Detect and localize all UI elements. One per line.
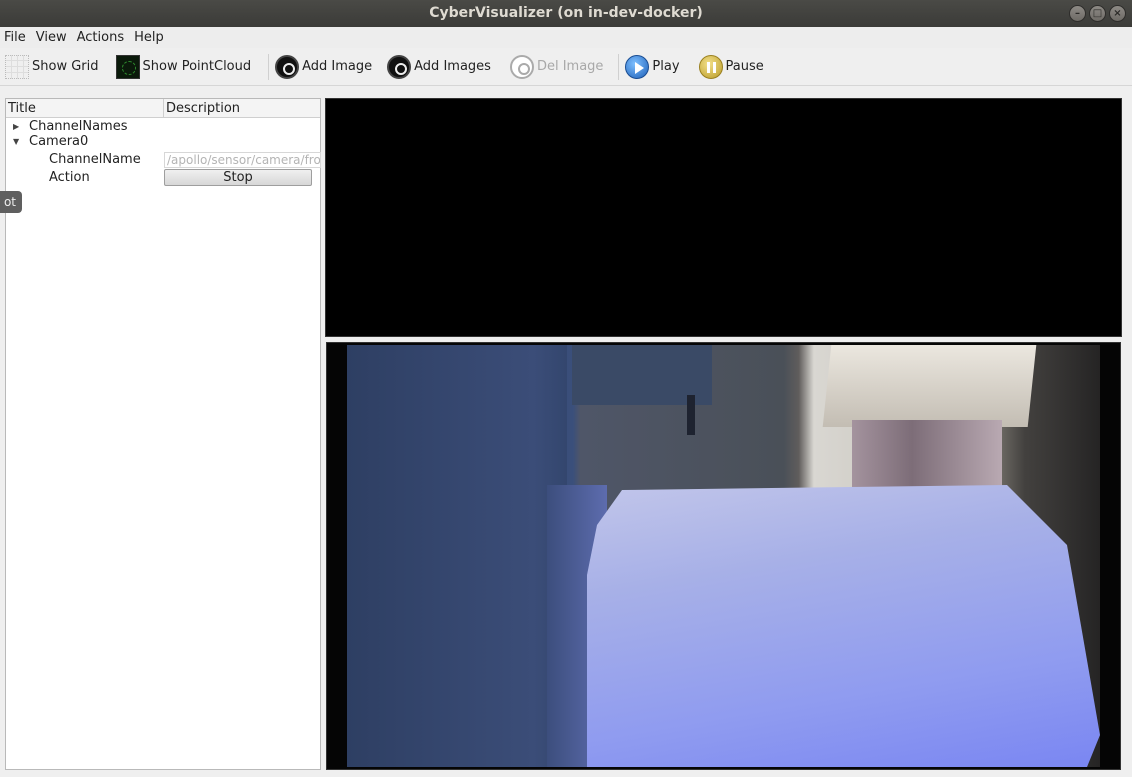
window-controls: – □ × [1069,5,1126,22]
add-images-label: Add Images [414,59,491,74]
tree-item-camera0[interactable]: ▼ Camera0 [6,133,320,150]
image-view-top[interactable] [325,98,1122,337]
play-button[interactable]: Play [623,52,684,82]
show-grid-label: Show Grid [32,59,99,74]
pause-button[interactable]: Pause [697,52,769,82]
camera-image-region [587,485,1100,767]
tree-item-channelname: ChannelName /apollo/sensor/camera/fro [6,151,321,168]
show-grid-button[interactable]: Show Grid [3,52,104,82]
camera-image [347,345,1100,767]
window-title-bar: CyberVisualizer (on in-dev-docker) – □ × [0,0,1132,27]
menu-bar: File View Actions Help [0,27,1132,48]
maximize-button[interactable]: □ [1089,5,1106,22]
camera-image-region [347,345,567,767]
add-image-label: Add Image [302,59,373,74]
channelname-field[interactable]: /apollo/sensor/camera/fro [164,152,321,168]
menu-actions[interactable]: Actions [72,27,130,48]
aperture-icon [509,54,534,79]
action-label: Action [49,170,90,185]
channel-tree: Title Description ▶ ChannelNames ▼ Camer… [5,98,321,770]
tree-header: Title Description [6,99,320,118]
camera-image-region [687,395,695,435]
play-icon [625,54,650,79]
collapse-arrow-icon[interactable]: ▼ [13,133,19,150]
tooltip: ot [0,191,22,213]
menu-help[interactable]: Help [129,27,169,48]
show-pointcloud-button[interactable]: Show PointCloud [114,52,257,82]
camera-image-region [852,420,1002,490]
menu-file[interactable]: File [0,27,31,48]
pause-label: Pause [725,59,764,74]
minimize-button[interactable]: – [1069,5,1086,22]
column-header-title[interactable]: Title [6,99,164,117]
aperture-icon [387,54,412,79]
del-image-label: Del Image [536,59,604,74]
pointcloud-icon [115,54,140,79]
grid-icon [5,54,29,79]
menu-view[interactable]: View [31,27,72,48]
tree-item-action: Action Stop [6,169,320,186]
column-header-description[interactable]: Description [164,99,240,117]
add-image-button[interactable]: Add Image [273,52,377,82]
pause-icon [698,54,723,79]
stop-button[interactable]: Stop [164,169,312,186]
image-view-bottom[interactable] [326,342,1121,770]
add-images-button[interactable]: Add Images [385,52,496,82]
toolbar: Show Grid Show PointCloud Add Image Add … [0,48,1132,86]
tree-item-label: Camera0 [29,134,89,149]
aperture-icon [275,54,300,79]
channelname-label: ChannelName [49,152,141,167]
camera-image-region [822,345,1037,427]
del-image-button[interactable]: Del Image [508,52,608,82]
window-title: CyberVisualizer (on in-dev-docker) [429,5,703,21]
close-button[interactable]: × [1109,5,1126,22]
show-pointcloud-label: Show PointCloud [142,59,252,74]
play-label: Play [652,59,680,74]
toolbar-separator [618,53,620,80]
toolbar-separator [268,53,270,80]
